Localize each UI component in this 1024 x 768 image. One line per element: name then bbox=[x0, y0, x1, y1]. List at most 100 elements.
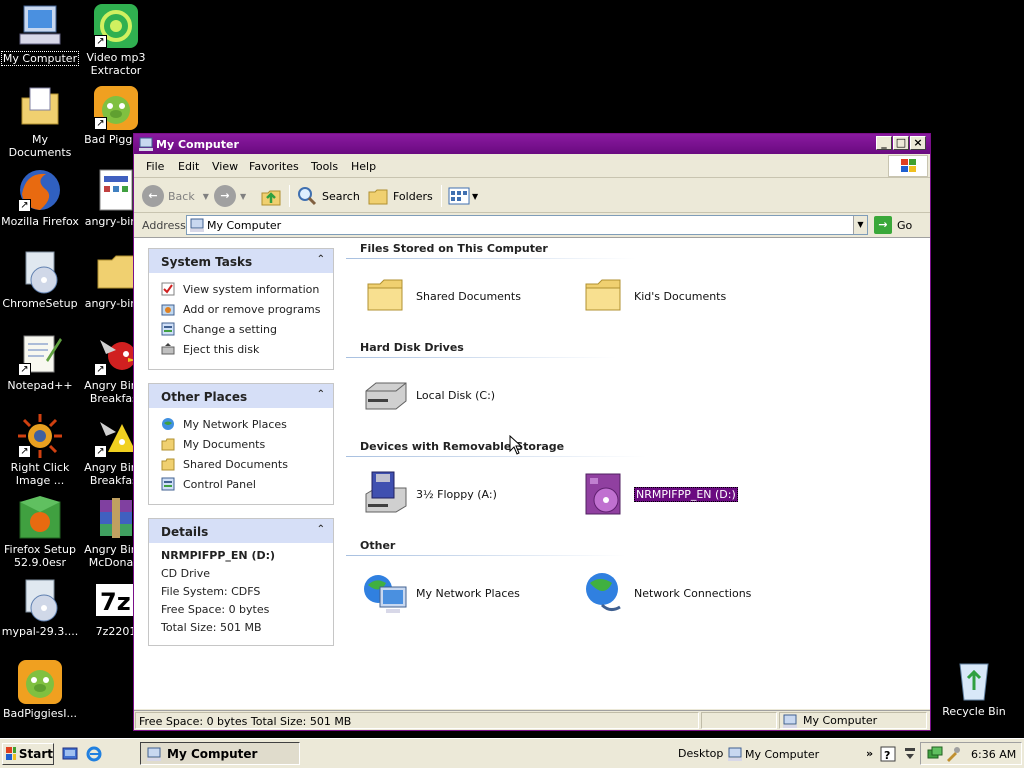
item-local-disk-c[interactable]: Local Disk (C:) bbox=[362, 371, 495, 419]
internet-explorer-icon[interactable] bbox=[86, 746, 102, 762]
folders-button[interactable]: Folders bbox=[367, 184, 433, 208]
maximize-button[interactable]: □ bbox=[893, 136, 909, 150]
toolbar: ← Back ▼ → ▼ Search Folders ▼ bbox=[134, 179, 930, 213]
desktop-icon-badpiggies-installer[interactable]: BadPiggiesI... bbox=[0, 658, 80, 720]
folder-icon bbox=[367, 279, 403, 311]
shortcut-arrow-icon: ↗ bbox=[94, 35, 107, 48]
desktop-icon-mypal[interactable]: mypal-29.3.... bbox=[0, 576, 80, 638]
collapse-chevron-icon[interactable]: ⌃ bbox=[317, 524, 325, 535]
installer-cd-icon bbox=[16, 576, 64, 624]
details-name: NRMPIFPP_EN (D:) bbox=[161, 549, 276, 562]
recycle-bin-icon bbox=[950, 656, 998, 704]
task-view-system-information[interactable]: View system information bbox=[161, 279, 323, 299]
network-places-icon bbox=[162, 418, 174, 430]
network-tray-icon[interactable] bbox=[927, 746, 943, 762]
item-network-connections[interactable]: Network Connections bbox=[580, 569, 751, 617]
minimize-button[interactable]: _ bbox=[876, 136, 892, 150]
task-change-setting[interactable]: Change a setting bbox=[161, 319, 323, 339]
shortcut-arrow-icon: ↗ bbox=[18, 199, 31, 212]
desktop-icon-firefox[interactable]: ↗ Mozilla Firefox bbox=[0, 166, 80, 228]
address-bar: Address My Computer ▼ → Go bbox=[134, 214, 930, 236]
menu-tools[interactable]: Tools bbox=[311, 160, 338, 173]
menu-file[interactable]: File bbox=[146, 160, 164, 173]
title-bar[interactable]: My Computer _ □ × bbox=[134, 134, 930, 154]
place-my-network-places[interactable]: My Network Places bbox=[161, 414, 323, 434]
my-computer-window[interactable]: My Computer _ □ × File Edit View Favorit… bbox=[133, 133, 931, 731]
task-label: View system information bbox=[183, 282, 320, 296]
my-computer-icon bbox=[147, 747, 161, 761]
help-icon[interactable]: ? bbox=[880, 746, 896, 762]
desktop-icon-firefox-setup[interactable]: Firefox Setup 52.9.0esr bbox=[0, 494, 80, 569]
menu-edit[interactable]: Edit bbox=[178, 160, 199, 173]
network-places-icon bbox=[364, 575, 407, 613]
menu-view[interactable]: View bbox=[212, 160, 238, 173]
tray-menu-icon[interactable] bbox=[904, 746, 916, 762]
status-empty-cell bbox=[701, 712, 777, 729]
add-remove-programs-icon bbox=[161, 304, 175, 316]
forward-button[interactable]: → ▼ bbox=[214, 184, 246, 208]
up-folder-button[interactable] bbox=[260, 184, 282, 208]
desktop-icon-label: 7z2201 bbox=[95, 625, 137, 638]
toolbar-chevron-icon[interactable]: » bbox=[866, 747, 873, 760]
taskbar-my-computer-button[interactable]: My Computer bbox=[140, 742, 300, 765]
task-add-remove-programs[interactable]: Add or remove programs bbox=[161, 299, 323, 319]
panel-title: Details bbox=[161, 525, 209, 539]
clock[interactable]: 6:36 AM bbox=[971, 748, 1016, 761]
item-cd-drive-d[interactable]: NRMPIFPP_EN (D:) bbox=[580, 470, 738, 518]
back-button[interactable]: ← Back ▼ bbox=[142, 184, 209, 208]
eject-disk-icon bbox=[161, 343, 175, 355]
other-places-header[interactable]: Other Places ⌃ bbox=[149, 384, 333, 408]
views-icon bbox=[448, 187, 470, 205]
my-computer-icon bbox=[190, 218, 204, 232]
details-header[interactable]: Details ⌃ bbox=[149, 519, 333, 543]
status-location-label: My Computer bbox=[803, 714, 878, 727]
place-control-panel[interactable]: Control Panel bbox=[161, 474, 323, 494]
svg-text:7z: 7z bbox=[100, 588, 131, 616]
show-desktop-icon[interactable] bbox=[62, 746, 78, 762]
close-button[interactable]: × bbox=[910, 136, 926, 150]
task-eject-disk[interactable]: Eject this disk bbox=[161, 339, 323, 359]
address-toolbar[interactable]: My Computer bbox=[728, 747, 819, 761]
desktop-icon-label: Mozilla Firefox bbox=[1, 215, 79, 228]
desktop-icon-label: My Documents bbox=[8, 133, 72, 159]
system-tasks-header[interactable]: System Tasks ⌃ bbox=[149, 249, 333, 273]
tools-tray-icon[interactable] bbox=[945, 746, 961, 762]
desktop-icon-my-computer[interactable]: My Computer bbox=[0, 2, 80, 66]
place-shared-documents[interactable]: Shared Documents bbox=[161, 454, 323, 474]
up-folder-icon bbox=[261, 190, 281, 206]
desktop-icon-my-documents[interactable]: My Documents bbox=[0, 84, 80, 159]
place-my-documents[interactable]: My Documents bbox=[161, 434, 323, 454]
desktop-icon-recycle-bin[interactable]: Recycle Bin bbox=[934, 656, 1014, 718]
bad-piggies-icon: ↗ bbox=[92, 84, 140, 132]
folder-icon bbox=[585, 279, 621, 311]
toolbar-separator bbox=[289, 185, 290, 207]
address-input[interactable]: My Computer ▼ bbox=[186, 215, 868, 235]
section-divider bbox=[346, 357, 616, 358]
desktop-icon-video-mp3-extractor[interactable]: ↗ Video mp3 Extractor bbox=[76, 2, 156, 77]
desktop-icon-right-click-image[interactable]: ↗ Right Click Image ... bbox=[0, 412, 80, 487]
item-label: 3½ Floppy (A:) bbox=[416, 487, 497, 501]
item-floppy-a[interactable]: 3½ Floppy (A:) bbox=[362, 470, 497, 518]
address-dropdown-button[interactable]: ▼ bbox=[853, 216, 867, 234]
item-kids-documents[interactable]: Kid's Documents bbox=[580, 272, 726, 320]
search-label: Search bbox=[322, 189, 360, 203]
menu-favorites[interactable]: Favorites bbox=[249, 160, 299, 173]
search-button[interactable]: Search bbox=[296, 184, 360, 208]
section-divider bbox=[346, 258, 636, 259]
desktop-icon-chromesetup[interactable]: ChromeSetup bbox=[0, 248, 80, 310]
menu-help[interactable]: Help bbox=[351, 160, 376, 173]
go-button[interactable]: → Go bbox=[874, 215, 924, 235]
folders-label: Folders bbox=[393, 189, 433, 203]
collapse-chevron-icon[interactable]: ⌃ bbox=[317, 254, 325, 265]
item-my-network-places[interactable]: My Network Places bbox=[362, 569, 520, 617]
desktop-toolbar-label[interactable]: Desktop bbox=[678, 747, 723, 760]
views-button[interactable]: ▼ bbox=[448, 184, 478, 208]
start-button[interactable]: Start bbox=[2, 743, 54, 765]
desktop-icon-notepadpp[interactable]: ↗ Notepad++ bbox=[0, 330, 80, 392]
firefox-icon: ↗ bbox=[16, 166, 64, 214]
collapse-chevron-icon[interactable]: ⌃ bbox=[317, 389, 325, 400]
start-label: Start bbox=[18, 747, 53, 761]
item-shared-documents[interactable]: Shared Documents bbox=[362, 272, 521, 320]
firefox-setup-icon bbox=[16, 494, 64, 542]
shortcut-arrow-icon: ↗ bbox=[94, 445, 107, 458]
